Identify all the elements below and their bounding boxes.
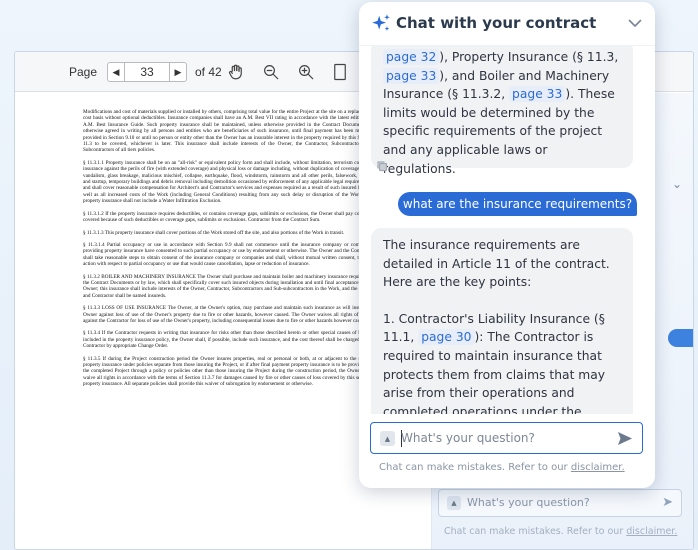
chat-header: Chat with your contract (359, 2, 655, 46)
doc-paragraph: § 11.3.1.1 Property insurance shall be o… (83, 159, 373, 205)
assistant-message: page 32), Property Insurance (§ 11.3, pa… (371, 46, 633, 176)
send-icon[interactable] (617, 431, 633, 446)
page-reference-link[interactable]: page 33 (509, 86, 566, 103)
copy-icon[interactable] (376, 160, 388, 172)
question-input[interactable] (401, 427, 606, 449)
zoom-out-icon (264, 65, 279, 80)
chevron-down-icon[interactable]: ⌄ (672, 177, 682, 191)
doc-paragraph: § 11.3.4 If the Contractor requests in w… (83, 330, 373, 350)
triangle-left-icon: ◀ (112, 66, 120, 77)
user-message: what are the insurance requirements? (398, 192, 637, 216)
doc-paragraph: § 11.3.3 LOSS OF USE INSURANCE The Owner… (83, 305, 373, 324)
page-number-input[interactable]: 33 (125, 62, 169, 82)
previous-page-button[interactable]: ◀ (107, 62, 125, 82)
doc-paragraph: Modifications and cost of materials supp… (83, 109, 373, 154)
question-input-box[interactable]: ▲ (370, 422, 643, 454)
zoom-in-icon (299, 65, 314, 80)
background-disclaimer: Chat can make mistakes. Refer to our dis… (444, 526, 678, 537)
expand-icon[interactable]: ▲ (380, 431, 395, 446)
background-question-input[interactable]: ▲ What's your question? ➤ (438, 489, 682, 517)
chat-title: Chat with your contract (396, 14, 597, 32)
document-text: Modifications and cost of materials supp… (83, 109, 373, 394)
page-label: Page (69, 65, 98, 79)
next-page-button[interactable]: ▶ (169, 62, 187, 82)
page-reference-link[interactable]: page 30 (418, 329, 475, 346)
doc-paragraph: § 11.3.1.2 If the property insurance req… (83, 210, 373, 224)
send-icon[interactable]: ➤ (662, 495, 673, 510)
expand-icon[interactable]: ▲ (447, 496, 461, 510)
page-view-button[interactable] (329, 61, 351, 83)
chat-panel: Chat with your contract page 32), Proper… (359, 2, 655, 488)
background-user-bubble (668, 329, 693, 347)
page-reference-link[interactable]: page 33 (383, 67, 440, 84)
doc-paragraph: § 11.3.5 If during the Project construct… (83, 355, 373, 388)
hand-tool-button[interactable] (225, 61, 247, 83)
doc-paragraph: § 11.3.2 BOILER AND MACHINERY INSURANCE … (83, 273, 373, 299)
page-icon (334, 63, 346, 81)
background-input-placeholder: What's your question? (467, 496, 590, 509)
message-list[interactable]: page 32), Property Insurance (§ 11.3, pa… (359, 46, 655, 414)
hand-icon (228, 64, 242, 80)
disclaimer-link[interactable]: disclaimer. (571, 462, 625, 473)
page-count: of 42 (195, 65, 222, 79)
zoom-out-button[interactable] (260, 61, 282, 83)
page-reference-link[interactable]: page 32 (383, 49, 440, 65)
zoom-in-button[interactable] (295, 61, 317, 83)
sparkle-icon (372, 14, 390, 31)
assistant-message: The insurance requirements are detailed … (371, 228, 633, 414)
doc-paragraph: § 11.3.1.4 Partial occupancy or use in a… (83, 241, 373, 268)
background-disclaimer-link[interactable]: disclaimer. (626, 526, 677, 537)
chevron-down-icon[interactable] (627, 15, 643, 31)
doc-paragraph: § 11.3.1.3 This property insurance shall… (83, 229, 345, 236)
triangle-right-icon: ▶ (174, 66, 182, 77)
disclaimer: Chat can make mistakes. Refer to our dis… (379, 462, 625, 473)
